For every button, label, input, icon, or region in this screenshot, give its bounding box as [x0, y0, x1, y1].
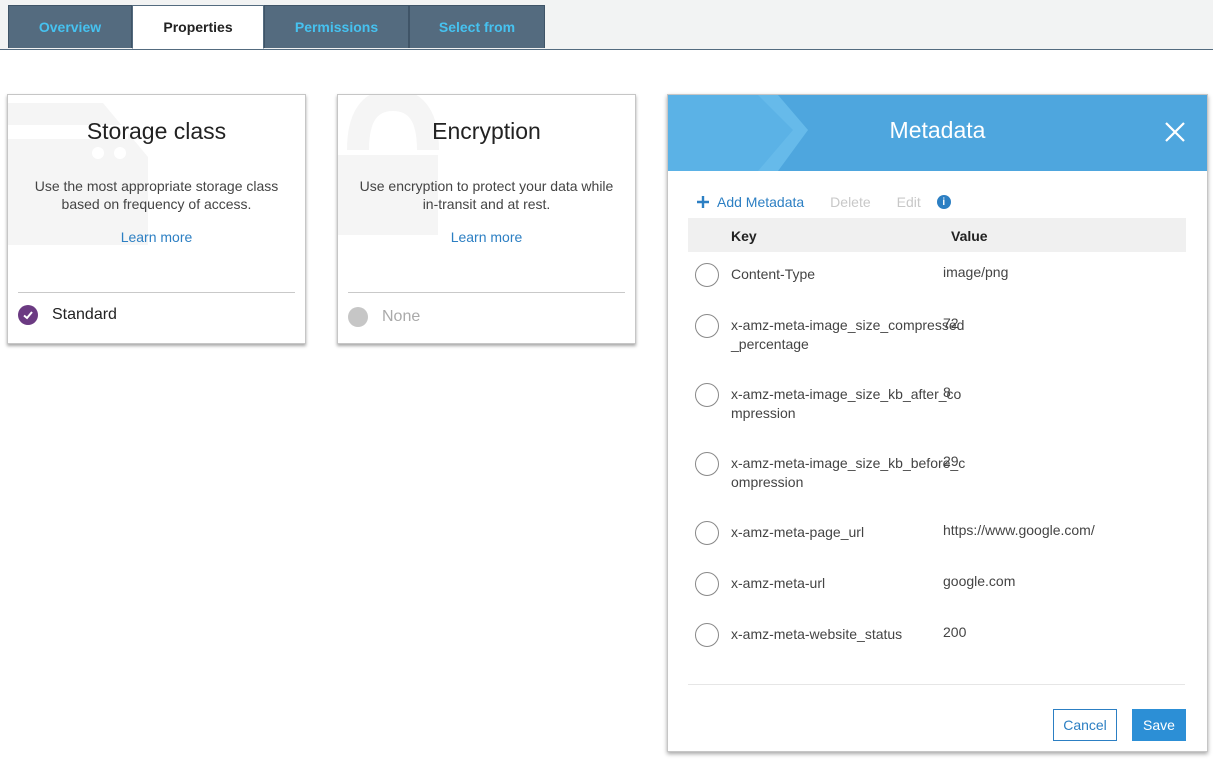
storage-selected-label: Standard — [52, 306, 117, 323]
storage-class-title: Storage class — [86, 118, 227, 144]
save-button[interactable]: Save — [1132, 709, 1186, 741]
column-header-value: Value — [951, 228, 988, 244]
tab-select-from[interactable]: Select from — [409, 5, 545, 48]
metadata-table-header: Key Value — [688, 218, 1186, 252]
row-radio[interactable] — [695, 521, 719, 545]
divider — [348, 292, 625, 293]
row-key: x-amz-meta-page_url — [731, 524, 865, 540]
divider — [18, 292, 295, 293]
encryption-selected-option: None — [348, 307, 420, 327]
row-key: x-amz-meta-image_size_kb_after_compressi… — [731, 386, 962, 421]
row-value: 8 — [943, 384, 951, 400]
tab-bar: Overview Properties Permissions Select f… — [0, 0, 1213, 50]
edit-button[interactable]: Edit — [897, 194, 921, 210]
encryption-description: Use encryption to protect your data whil… — [359, 178, 614, 212]
tab-permissions[interactable]: Permissions — [264, 5, 409, 48]
metadata-header: Metadata — [668, 95, 1207, 171]
add-metadata-button[interactable]: Add Metadata — [697, 194, 804, 210]
close-icon[interactable] — [1163, 120, 1187, 144]
column-header-key: Key — [731, 228, 757, 244]
storage-class-description: Use the most appropriate storage class b… — [34, 178, 279, 212]
row-value: https://www.google.com/ — [943, 522, 1095, 538]
storage-class-card[interactable]: Storage class Use the most appropriate s… — [7, 94, 306, 344]
plus-icon — [697, 196, 709, 208]
encryption-selected-label: None — [382, 308, 421, 325]
storage-selected-option: Standard — [18, 305, 117, 325]
tab-properties[interactable]: Properties — [132, 5, 264, 49]
tab-overview[interactable]: Overview — [8, 5, 132, 48]
metadata-title: Metadata — [889, 117, 986, 143]
row-value: image/png — [943, 264, 1009, 280]
storage-learn-more-link[interactable]: Learn more — [8, 229, 305, 245]
row-key: Content-Type — [731, 266, 816, 282]
encryption-learn-more-link[interactable]: Learn more — [338, 229, 635, 245]
row-value: 72 — [943, 315, 959, 331]
row-value: 29 — [943, 453, 959, 469]
encryption-card[interactable]: Encryption Use encryption to protect you… — [337, 94, 636, 344]
encryption-title: Encryption — [432, 118, 541, 144]
metadata-toolbar: Add Metadata Delete Edit i — [697, 193, 951, 211]
footer-divider — [688, 684, 1185, 685]
cancel-button[interactable]: Cancel — [1053, 709, 1117, 741]
row-key: x-amz-meta-image_size_kb_before_compress… — [731, 455, 966, 490]
row-key: x-amz-meta-image_size_compressed_percent… — [731, 317, 965, 352]
row-radio[interactable] — [695, 314, 719, 338]
check-icon — [18, 305, 38, 325]
row-value: 200 — [943, 624, 967, 640]
unselected-circle-icon — [348, 307, 368, 327]
delete-button[interactable]: Delete — [830, 194, 870, 210]
row-key: x-amz-meta-url — [731, 575, 826, 591]
row-radio[interactable] — [695, 452, 719, 476]
info-icon[interactable]: i — [936, 195, 951, 209]
add-metadata-label: Add Metadata — [717, 194, 805, 210]
row-radio[interactable] — [695, 623, 719, 647]
row-radio[interactable] — [695, 263, 719, 287]
metadata-dialog: Metadata Add Metadata Delete Edit i Key … — [667, 94, 1208, 752]
row-key: x-amz-meta-website_status — [731, 626, 903, 642]
row-value: google.com — [943, 573, 1016, 589]
row-radio[interactable] — [695, 383, 719, 407]
row-radio[interactable] — [695, 572, 719, 596]
